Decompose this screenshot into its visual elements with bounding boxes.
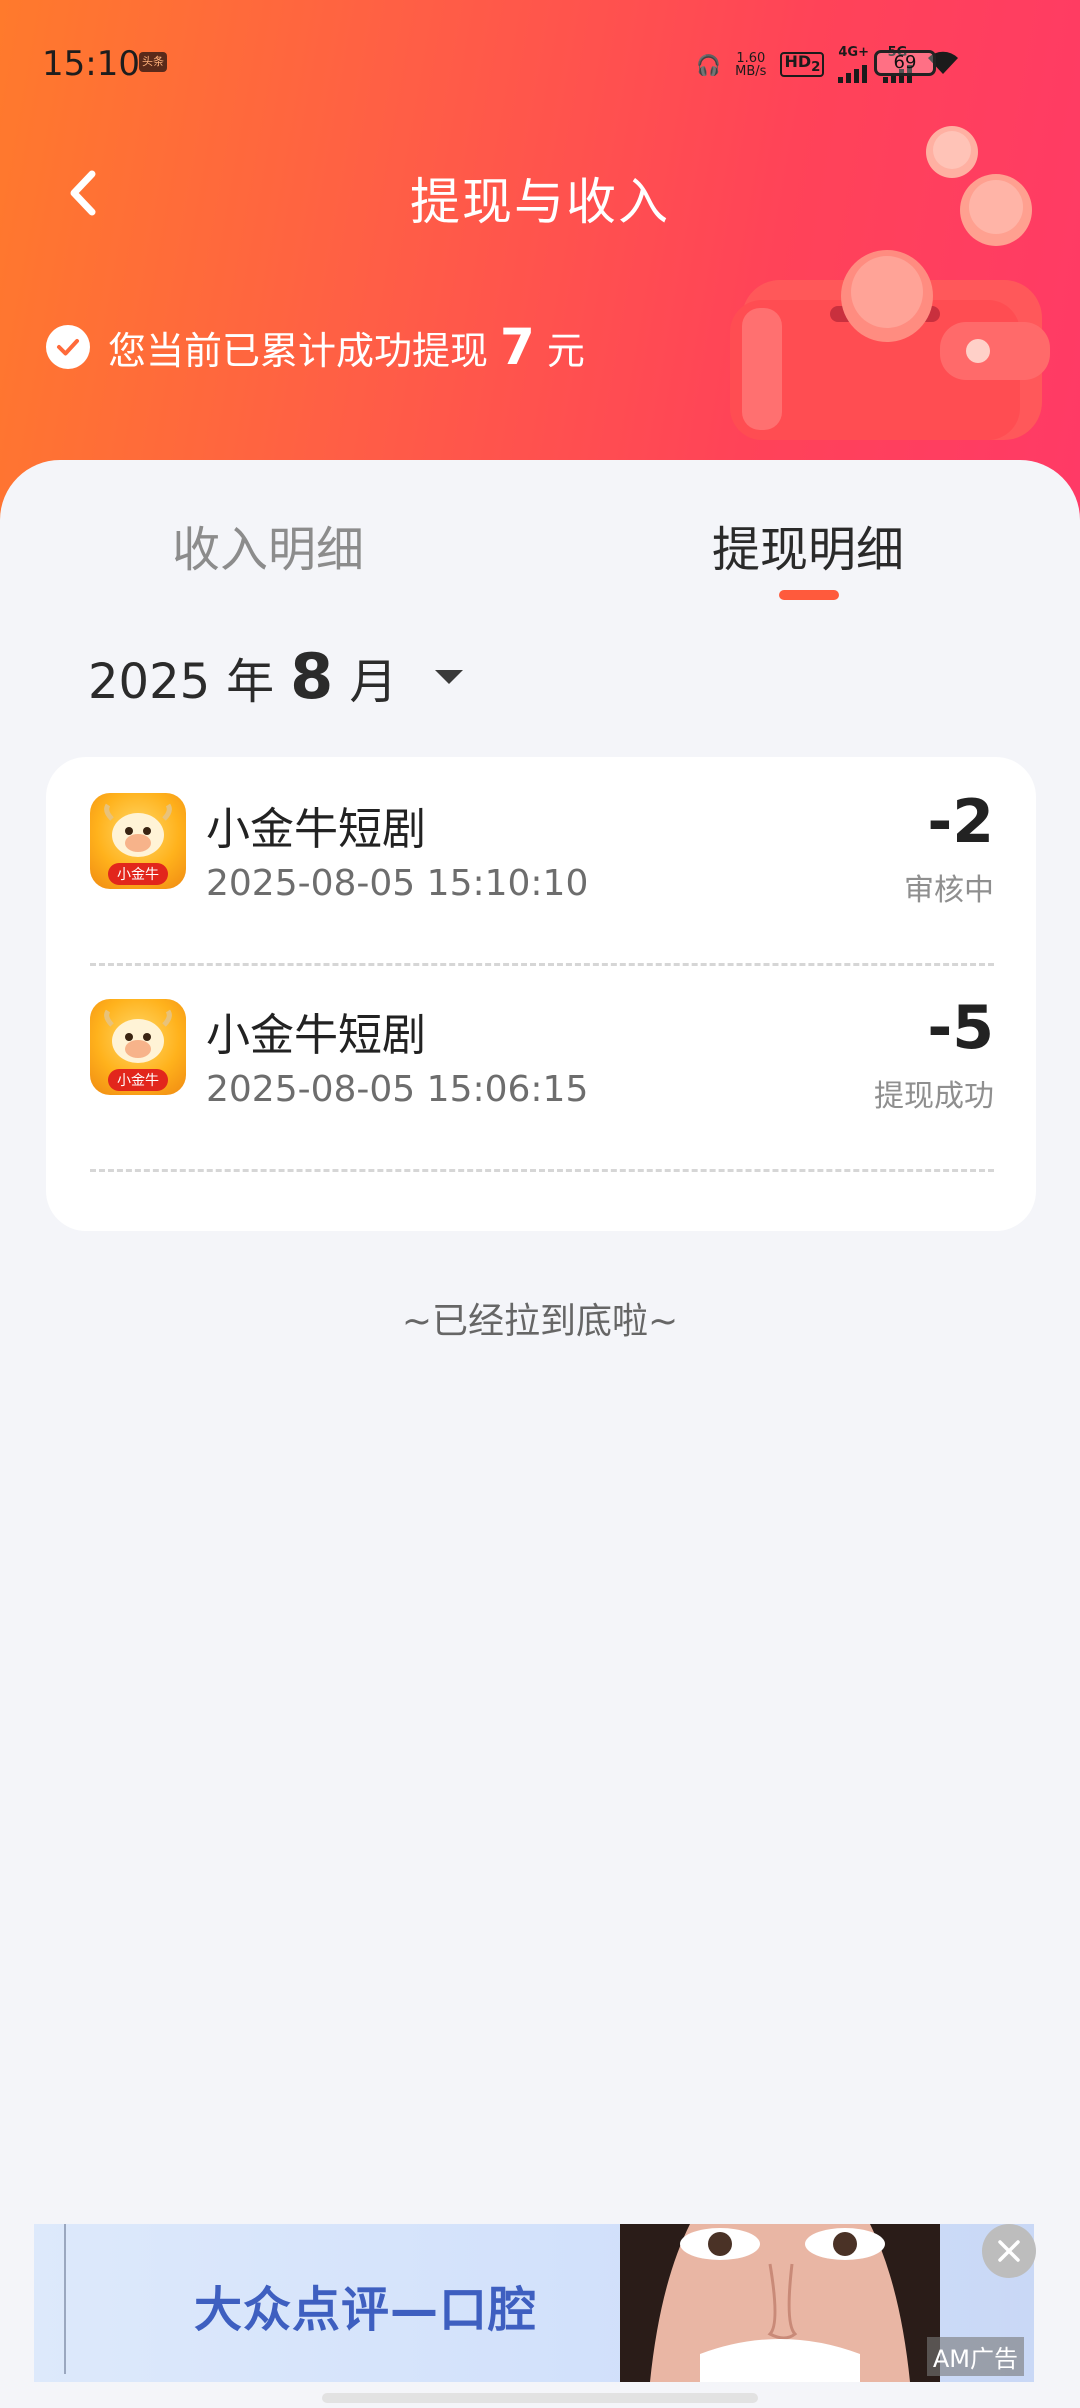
record-amount: -5 bbox=[927, 993, 994, 1063]
header-banner: 15:10 头条 🎧 1.60MB/s HD2 4G+ 5G 69 提现与收入 bbox=[0, 0, 1080, 520]
record-row[interactable]: 小金牛 小金牛短剧 2025-08-05 15:06:15 -5 提现成功 bbox=[90, 993, 994, 1187]
end-of-list-text: ~已经拉到底啦~ bbox=[401, 1301, 679, 1342]
dashed-divider bbox=[90, 963, 994, 966]
record-status: 提现成功 bbox=[874, 1079, 994, 1114]
content-panel bbox=[0, 460, 1080, 2408]
withdraw-records-card: 小金牛 小金牛短剧 2025-08-05 15:10:10 -2 审核中 小金牛 bbox=[46, 757, 1036, 1231]
tab-income-details[interactable]: 收入明细 bbox=[172, 510, 364, 580]
withdraw-summary: 您当前已累计成功提现 7 元 bbox=[46, 318, 585, 376]
record-amount: -2 bbox=[927, 787, 994, 857]
ad-close-button[interactable] bbox=[982, 2224, 1036, 2278]
ad-tag: AM广告 bbox=[926, 2337, 1024, 2376]
ad-banner[interactable]: 大众点评—口腔 AM广告 bbox=[34, 2224, 1034, 2382]
tab-bar: 收入明细 提现明细 bbox=[0, 510, 1080, 620]
record-status: 审核中 bbox=[904, 873, 994, 908]
screen: 15:10 头条 🎧 1.60MB/s HD2 4G+ 5G 69 提现与收入 bbox=[0, 0, 1080, 2408]
month-picker-year: 2025 bbox=[88, 654, 211, 710]
dashed-divider bbox=[90, 1169, 994, 1172]
tab-withdraw-details[interactable]: 提现明细 bbox=[712, 510, 904, 580]
svg-text:小金牛: 小金牛 bbox=[117, 867, 159, 883]
summary-amount: 7 bbox=[500, 318, 535, 376]
app-icon-xiaojinniu: 小金牛 bbox=[90, 999, 186, 1095]
ad-divider bbox=[64, 2224, 66, 2374]
status-time: 15:10 bbox=[42, 44, 140, 84]
record-time: 2025-08-05 15:06:15 bbox=[206, 1069, 589, 1110]
check-circle-icon bbox=[46, 325, 90, 369]
active-tab-indicator bbox=[779, 590, 839, 600]
home-indicator[interactable] bbox=[322, 2393, 758, 2403]
month-picker-month-unit: 月 bbox=[349, 654, 398, 710]
record-time: 2025-08-05 15:10:10 bbox=[206, 863, 589, 904]
status-app-badge: 头条 bbox=[139, 52, 167, 72]
record-title: 小金牛短剧 bbox=[206, 1010, 426, 1061]
summary-prefix: 您当前已累计成功提现 bbox=[108, 328, 489, 373]
summary-unit: 元 bbox=[546, 328, 585, 373]
record-title: 小金牛短剧 bbox=[206, 804, 426, 855]
month-picker-year-unit: 年 bbox=[226, 654, 275, 710]
headphones-icon: 🎧 bbox=[696, 52, 722, 77]
wallet-coins-illustration bbox=[730, 126, 1050, 440]
ad-face-image bbox=[620, 2224, 940, 2382]
svg-text:小金牛: 小金牛 bbox=[117, 1073, 159, 1089]
app-icon-xiaojinniu: 小金牛 bbox=[90, 793, 186, 889]
ad-title: 大众点评—口腔 bbox=[194, 2282, 538, 2338]
month-picker[interactable]: 2025 年 8 月 bbox=[88, 640, 464, 713]
month-picker-month: 8 bbox=[290, 640, 334, 713]
caret-down-icon bbox=[435, 669, 464, 684]
close-icon bbox=[998, 2240, 1020, 2262]
record-row[interactable]: 小金牛 小金牛短剧 2025-08-05 15:10:10 -2 审核中 bbox=[90, 787, 994, 981]
